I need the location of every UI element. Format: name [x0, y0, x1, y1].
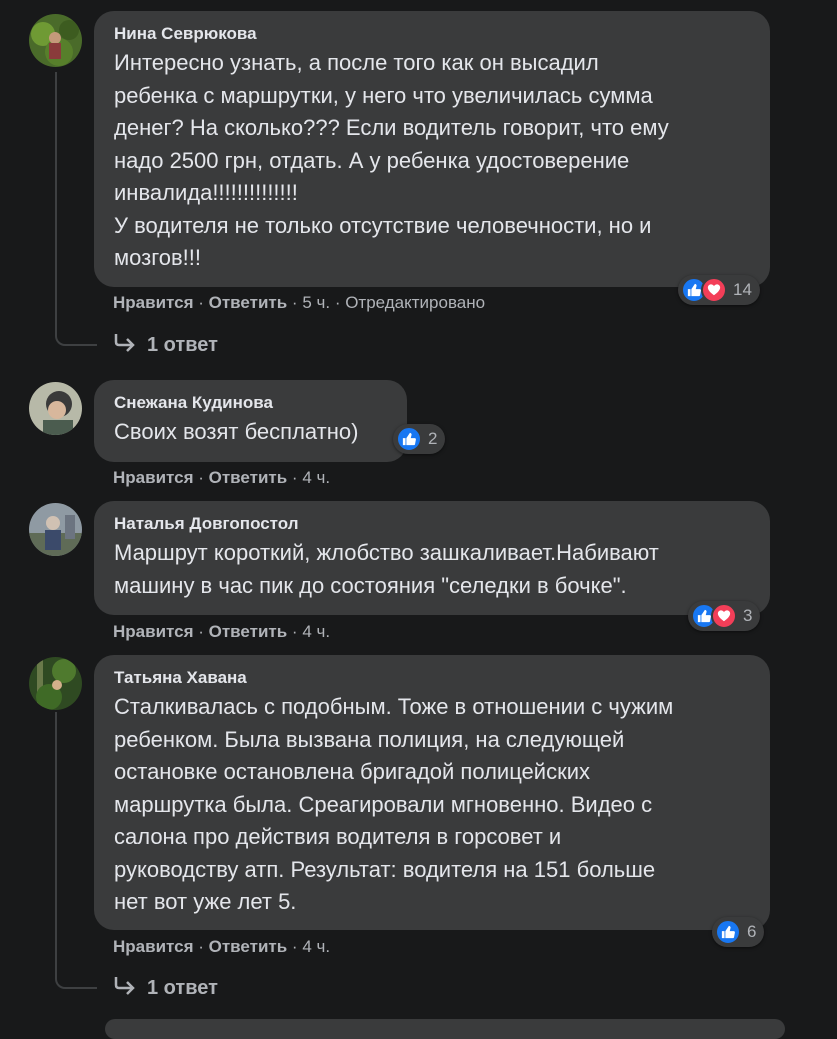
replies-label: 1 ответ [147, 976, 218, 999]
comment-bubble: Наталья Довгопостол Маршрут короткий, жл… [94, 501, 770, 615]
comment-author[interactable]: Наталья Довгопостол [114, 513, 750, 535]
edited-label: Отредактировано [345, 293, 486, 312]
reactions-summary[interactable]: 14 [678, 275, 760, 305]
comment-text: Своих возят бесплатно) [114, 419, 359, 444]
separator: · [291, 622, 303, 641]
thread-line [55, 712, 97, 989]
reply-button[interactable]: Ответить [209, 937, 288, 956]
reactions-summary[interactable]: 2 [393, 424, 446, 454]
separator: · [198, 937, 209, 956]
reactions-summary[interactable]: 3 [688, 601, 761, 631]
comment-text: Интересно узнать, а после того как он вы… [114, 50, 669, 270]
comment-actions: Нравится · Ответить · 4 ч. [113, 936, 330, 958]
comment-author[interactable]: Снежана Кудинова [114, 392, 387, 414]
comment-bubble: Нина Севрюкова Интересно узнать, а после… [94, 11, 770, 287]
comment-text: Маршрут короткий, жлобство зашкаливает.Н… [114, 540, 659, 598]
like-button[interactable]: Нравится [113, 937, 194, 956]
comment-bubble: Снежана Кудинова Своих возят бесплатно) [94, 380, 407, 462]
comment-timestamp[interactable]: 4 ч. [302, 622, 330, 641]
reaction-count: 6 [747, 922, 757, 941]
reaction-count: 3 [743, 606, 753, 625]
separator: · [334, 293, 346, 312]
comment-author[interactable]: Татьяна Хавана [114, 667, 750, 689]
comment-timestamp[interactable]: 5 ч. [302, 293, 330, 312]
like-button[interactable]: Нравится [113, 468, 194, 487]
avatar[interactable] [29, 657, 82, 710]
view-replies-button[interactable]: 1 ответ [113, 332, 218, 358]
like-button[interactable]: Нравится [113, 293, 194, 312]
reply-button[interactable]: Ответить [209, 622, 288, 641]
separator: · [291, 937, 303, 956]
reply-arrow-icon [113, 332, 147, 358]
reaction-count: 2 [428, 429, 438, 448]
avatar[interactable] [29, 382, 82, 435]
reactions-summary[interactable]: 6 [712, 917, 765, 947]
love-icon [711, 603, 737, 629]
next-comment-bubble [105, 1019, 785, 1039]
avatar[interactable] [29, 503, 82, 556]
thread-line [55, 72, 97, 346]
like-icon [396, 426, 422, 452]
like-button[interactable]: Нравится [113, 622, 194, 641]
comment-timestamp[interactable]: 4 ч. [302, 468, 330, 487]
separator: · [198, 293, 209, 312]
reply-button[interactable]: Ответить [209, 468, 288, 487]
comment-timestamp[interactable]: 4 ч. [302, 937, 330, 956]
comment-bubble: Татьяна Хавана Сталкивалась с подобным. … [94, 655, 770, 930]
reaction-count: 14 [733, 280, 752, 299]
comment-author[interactable]: Нина Севрюкова [114, 23, 750, 45]
like-icon [715, 919, 741, 945]
avatar[interactable] [29, 14, 82, 67]
reply-arrow-icon [113, 975, 147, 1001]
replies-label: 1 ответ [147, 333, 218, 356]
love-icon [701, 277, 727, 303]
separator: · [291, 468, 303, 487]
comment-actions: Нравится · Ответить · 4 ч. [113, 467, 330, 489]
separator: · [198, 622, 209, 641]
view-replies-button[interactable]: 1 ответ [113, 975, 218, 1001]
comment-actions: Нравится · Ответить · 4 ч. [113, 621, 330, 643]
separator: · [198, 468, 209, 487]
comment-actions: Нравится · Ответить · 5 ч. · Отредактиро… [113, 292, 485, 314]
reply-button[interactable]: Ответить [209, 293, 288, 312]
separator: · [291, 293, 303, 312]
comment-text: Сталкивалась с подобным. Тоже в отношени… [114, 694, 674, 914]
